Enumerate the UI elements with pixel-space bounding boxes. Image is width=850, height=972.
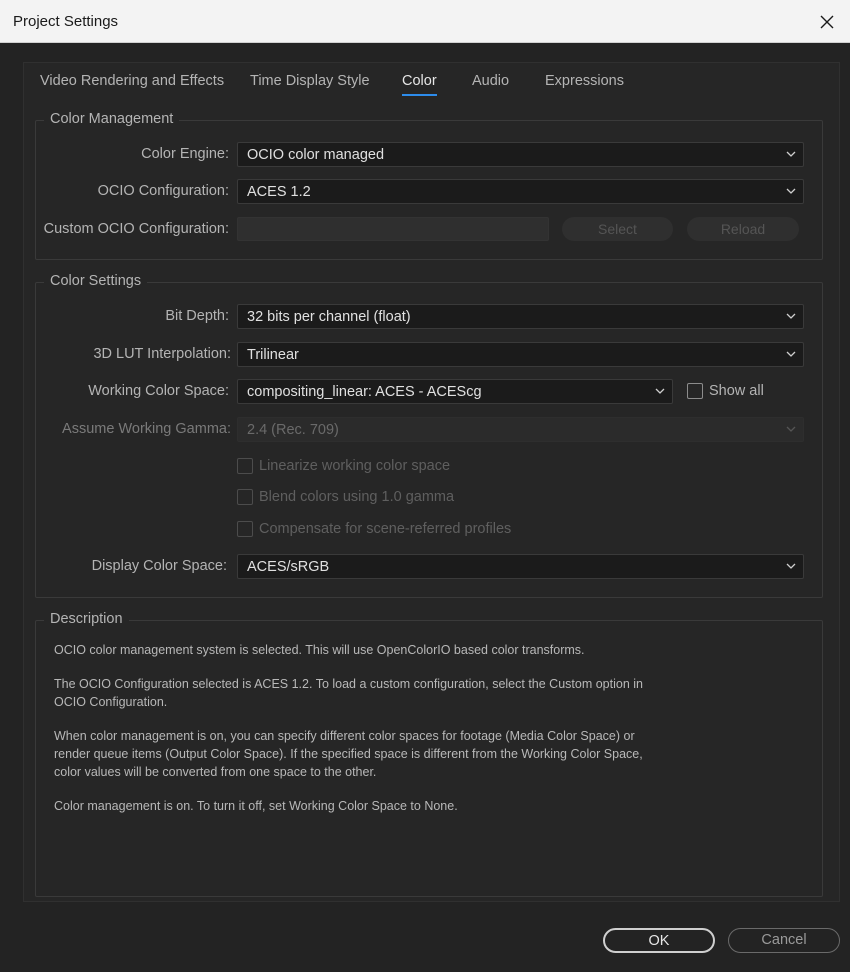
title-bar: Project Settings — [0, 0, 850, 43]
display-color-space-label: Display Color Space: — [91, 558, 227, 574]
bit-depth-select[interactable]: 32 bits per channel (float) — [237, 304, 804, 329]
color-engine-value: OCIO color managed — [247, 147, 385, 163]
color-settings-legend: Color Settings — [44, 273, 148, 289]
checkbox-box[interactable] — [687, 383, 703, 399]
bit-depth-value: 32 bits per channel (float) — [247, 309, 411, 325]
ocio-configuration-label: OCIO Configuration: — [97, 183, 229, 199]
checkbox-box — [237, 521, 253, 537]
description-text: OCIO color management system is selected… — [54, 641, 754, 831]
tab-color[interactable]: Color — [402, 73, 437, 96]
tab-time-display-style[interactable]: Time Display Style — [250, 73, 370, 89]
blend-colors-checkbox: Blend colors using 1.0 gamma — [237, 489, 454, 505]
lut-interpolation-label: 3D LUT Interpolation: — [93, 346, 231, 362]
description-legend: Description — [44, 611, 129, 627]
color-engine-select[interactable]: OCIO color managed — [237, 142, 804, 167]
dialog-body: Video Rendering and Effects Time Display… — [0, 43, 850, 972]
chevron-down-icon — [786, 351, 796, 357]
color-management-group: Color Management Color Engine: OCIO colo… — [35, 111, 823, 260]
description-paragraph: OCIO color management system is selected… — [54, 643, 585, 657]
working-color-space-select[interactable]: compositing_linear: ACES - ACEScg — [237, 379, 673, 404]
ok-button[interactable]: OK — [603, 928, 715, 953]
description-paragraph: When color management is on, you can spe… — [54, 729, 643, 779]
ocio-configuration-value: ACES 1.2 — [247, 184, 311, 200]
select-button: Select — [562, 217, 673, 241]
color-settings-group: Color Settings Bit Depth: 32 bits per ch… — [35, 273, 823, 598]
compensate-label: Compensate for scene-referred profiles — [259, 521, 512, 537]
linearize-checkbox: Linearize working color space — [237, 458, 450, 474]
show-all-label: Show all — [709, 383, 764, 399]
lut-interpolation-value: Trilinear — [247, 347, 299, 363]
settings-panel: Video Rendering and Effects Time Display… — [23, 62, 840, 902]
tab-bar: Video Rendering and Effects Time Display… — [24, 63, 839, 103]
chevron-down-icon — [786, 151, 796, 157]
working-color-space-label: Working Color Space: — [88, 383, 229, 399]
checkbox-box — [237, 489, 253, 505]
description-paragraph: Color management is on. To turn it off, … — [54, 799, 458, 813]
display-color-space-select[interactable]: ACES/sRGB — [237, 554, 804, 579]
chevron-down-icon — [786, 188, 796, 194]
display-color-space-value: ACES/sRGB — [247, 559, 330, 575]
tab-expressions[interactable]: Expressions — [545, 73, 624, 89]
tab-audio[interactable]: Audio — [472, 73, 509, 89]
color-management-legend: Color Management — [44, 111, 180, 127]
assume-working-gamma-select: 2.4 (Rec. 709) — [237, 417, 804, 442]
checkbox-box — [237, 458, 253, 474]
chevron-down-icon — [786, 563, 796, 569]
close-icon — [820, 15, 834, 28]
cancel-button[interactable]: Cancel — [728, 928, 840, 953]
working-color-space-value: compositing_linear: ACES - ACEScg — [247, 384, 482, 400]
description-paragraph: The OCIO Configuration selected is ACES … — [54, 677, 643, 709]
window-title: Project Settings — [13, 13, 119, 30]
assume-working-gamma-label: Assume Working Gamma: — [62, 421, 231, 437]
close-button[interactable] — [804, 0, 850, 43]
chevron-down-icon — [786, 313, 796, 319]
compensate-checkbox: Compensate for scene-referred profiles — [237, 521, 511, 537]
chevron-down-icon — [786, 426, 796, 432]
tab-video-rendering[interactable]: Video Rendering and Effects — [40, 73, 224, 89]
assume-working-gamma-value: 2.4 (Rec. 709) — [247, 422, 339, 438]
bit-depth-label: Bit Depth: — [165, 308, 229, 324]
lut-interpolation-select[interactable]: Trilinear — [237, 342, 804, 367]
color-engine-label: Color Engine: — [141, 146, 229, 162]
show-all-checkbox[interactable]: Show all — [687, 383, 764, 399]
ocio-configuration-select[interactable]: ACES 1.2 — [237, 179, 804, 204]
custom-ocio-field — [237, 217, 549, 241]
custom-ocio-label: Custom OCIO Configuration: — [43, 221, 229, 237]
blend-colors-label: Blend colors using 1.0 gamma — [259, 489, 455, 505]
chevron-down-icon — [655, 388, 665, 394]
linearize-label: Linearize working color space — [259, 458, 451, 474]
description-group: Description OCIO color management system… — [35, 611, 823, 897]
reload-button: Reload — [687, 217, 799, 241]
